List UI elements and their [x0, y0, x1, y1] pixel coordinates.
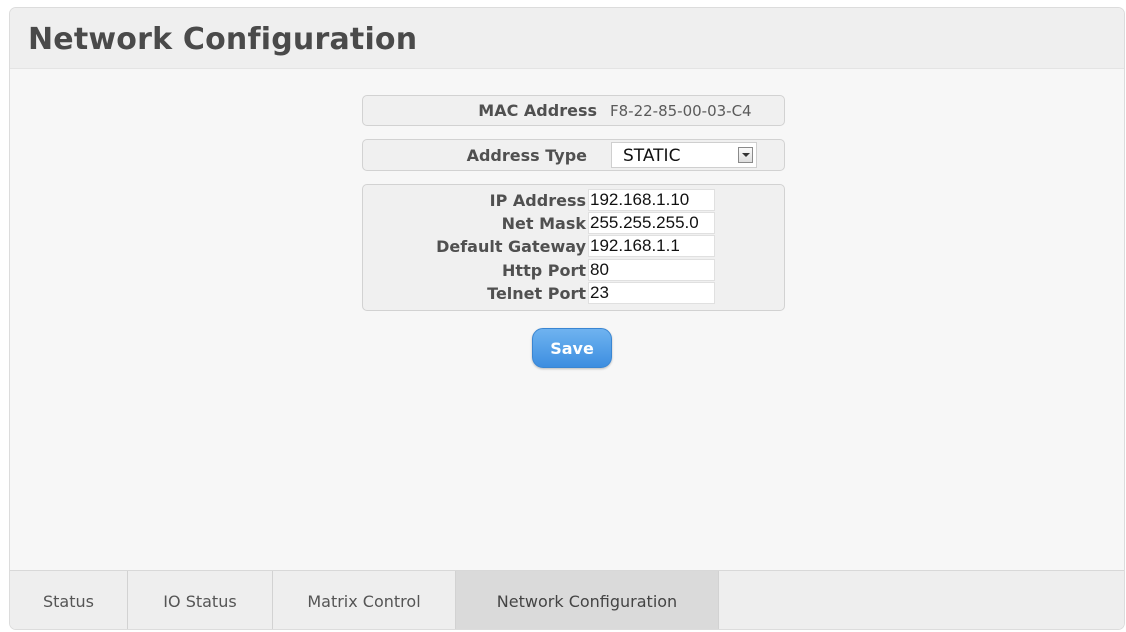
address-type-box: Address Type STATIC	[362, 139, 785, 171]
net-mask-input[interactable]	[588, 212, 715, 234]
ip-address-input[interactable]	[588, 189, 715, 211]
net-mask-row: Net Mask	[363, 212, 784, 234]
page-title: Network Configuration	[28, 22, 418, 57]
default-gateway-label: Default Gateway	[436, 237, 586, 256]
ip-settings-box: IP Address Net Mask Default Gateway Http…	[362, 184, 785, 311]
ip-address-row: IP Address	[363, 189, 784, 211]
telnet-port-row: Telnet Port	[363, 282, 784, 304]
title-bar: Network Configuration	[10, 8, 1124, 69]
address-type-label: Address Type	[466, 146, 587, 165]
mac-address-value: F8-22-85-00-03-C4	[610, 102, 752, 120]
mac-address-box: MAC Address F8-22-85-00-03-C4	[362, 95, 785, 126]
network-configuration-panel: Network Configuration MAC Address F8-22-…	[9, 7, 1125, 630]
default-gateway-input[interactable]	[588, 235, 715, 257]
tab-io-status[interactable]: IO Status	[128, 571, 273, 629]
tab-status[interactable]: Status	[10, 571, 128, 629]
address-type-selected-value: STATIC	[623, 146, 681, 166]
default-gateway-row: Default Gateway	[363, 235, 784, 257]
save-button[interactable]: Save	[532, 328, 612, 368]
telnet-port-input[interactable]	[588, 282, 715, 304]
ip-address-label: IP Address	[489, 191, 586, 210]
mac-address-label: MAC Address	[478, 101, 597, 120]
tab-matrix-control[interactable]: Matrix Control	[273, 571, 456, 629]
chevron-down-icon[interactable]	[738, 147, 753, 163]
net-mask-label: Net Mask	[501, 214, 586, 233]
telnet-port-label: Telnet Port	[487, 284, 586, 303]
tab-bar: Status IO Status Matrix Control Network …	[10, 570, 1124, 629]
http-port-label: Http Port	[502, 261, 586, 280]
address-type-select[interactable]: STATIC	[611, 142, 757, 168]
http-port-input[interactable]	[588, 259, 715, 281]
tab-network-configuration[interactable]: Network Configuration	[456, 571, 719, 629]
http-port-row: Http Port	[363, 259, 784, 281]
